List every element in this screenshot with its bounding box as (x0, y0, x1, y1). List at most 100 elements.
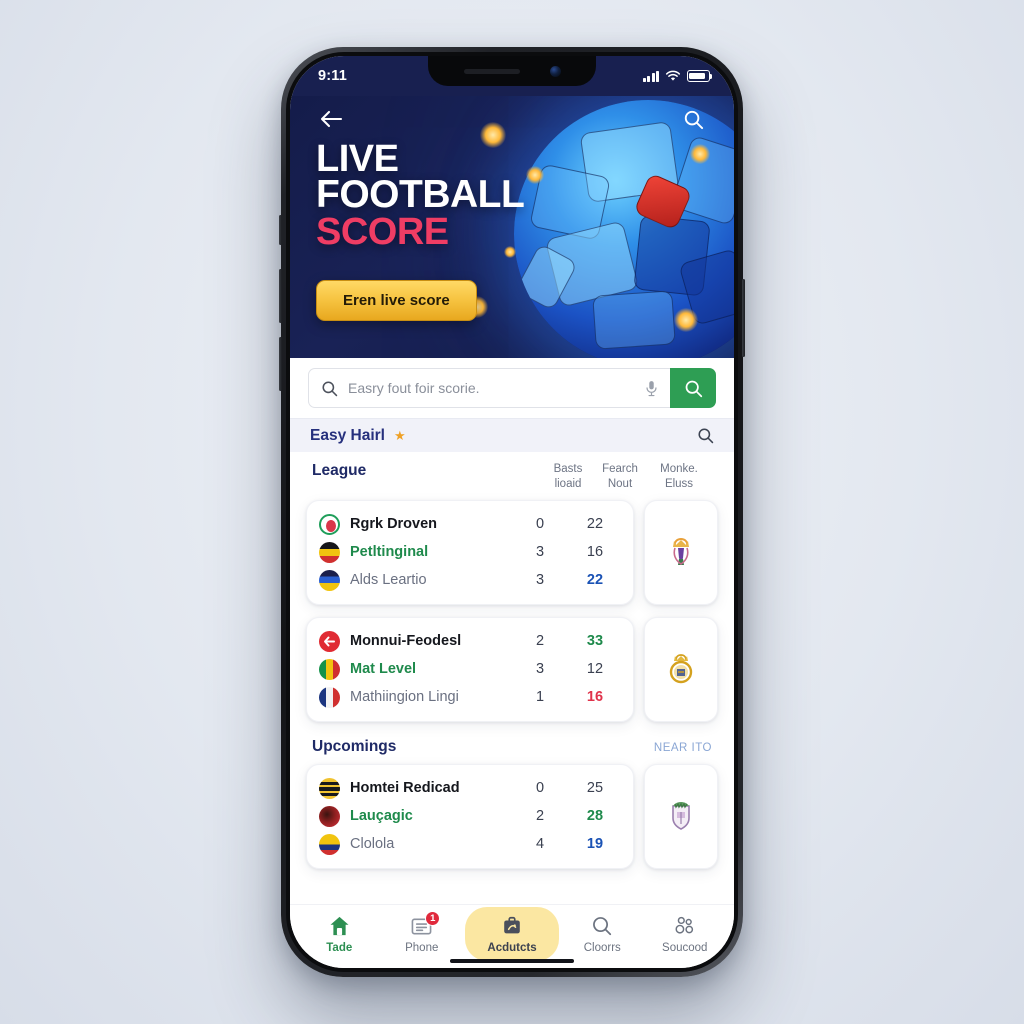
strip-search-button[interactable] (697, 427, 714, 444)
search-placeholder: Easry fout foir scorie. (348, 380, 480, 396)
team-name: Mat Level (350, 661, 417, 678)
match-list[interactable]: League Basts lioaid Fearch Nout Monke. E… (290, 452, 734, 904)
column-header-3-line2: Eluss (664, 478, 694, 491)
earpiece-speaker (463, 68, 520, 74)
table-row[interactable]: Petltinginal 3 16 (319, 538, 621, 566)
tab-cloorrs[interactable]: Cloorrs (561, 910, 644, 958)
table-row[interactable]: Clolola 4 19 (319, 830, 621, 858)
crest-saints (672, 801, 690, 830)
search-icon (591, 914, 613, 939)
league-crest-card[interactable] (644, 617, 718, 723)
bottom-navigation: Tade 1 Phone Acdutcts Cloorrs Soucood (290, 904, 734, 968)
league-crest-card[interactable] (644, 764, 718, 870)
match-card-row[interactable]: Rgrk Droven 0 22 Petltinginal 3 16 Alds … (306, 500, 718, 606)
upcoming-header: Upcomings NEAR ITO (306, 734, 718, 764)
score-a: 2 (535, 633, 545, 650)
team-name: Petltinginal (350, 544, 429, 561)
flag-green-ring (319, 513, 340, 535)
flag-mali (319, 658, 340, 680)
cellular-bars-icon (643, 70, 659, 82)
flag-germany (319, 541, 340, 563)
column-header-league: League (312, 462, 367, 479)
match-card[interactable]: Homtei Redicad 0 25 Lauçagic 2 28 Clolol… (306, 764, 634, 870)
tab-label: Acdutcts (487, 941, 537, 954)
people-icon (673, 914, 697, 939)
score-b: 33 (586, 633, 604, 650)
column-header-1: Basts lioaid (542, 462, 594, 492)
section-strip: Easy Hairl ★ (290, 418, 734, 452)
hero-search-button[interactable] (676, 102, 710, 136)
score-a: 2 (535, 808, 545, 825)
battery-icon (687, 70, 713, 82)
soccer-ball-graphic (514, 100, 734, 358)
star-icon[interactable]: ★ (394, 428, 406, 444)
league-crest-card[interactable] (644, 500, 718, 606)
match-card-row[interactable]: Homtei Redicad 0 25 Lauçagic 2 28 Clolol… (306, 764, 718, 870)
search-icon (698, 428, 714, 444)
tab-soucood[interactable]: Soucood (644, 910, 727, 958)
match-card[interactable]: Monnui-Feodesl 2 33 Mat Level 3 12 Mathi… (306, 617, 634, 723)
score-b: 16 (586, 544, 604, 561)
hero-cta-button[interactable]: Eren live score (316, 280, 477, 321)
table-row[interactable]: Monnui-Feodesl 2 33 (319, 627, 621, 655)
tab-acdutcts[interactable]: Acdutcts (465, 906, 559, 961)
sparkle-icon (526, 166, 544, 184)
tab-tade[interactable]: Tade (298, 910, 381, 958)
table-row[interactable]: Alds Leartio 3 22 (319, 566, 621, 594)
score-a: 0 (535, 516, 545, 533)
sparkle-icon (690, 144, 710, 164)
hero-headline: LIVE FOOTBALL SCORE (316, 140, 525, 253)
flag-red-arrow (319, 630, 340, 652)
search-icon (322, 380, 338, 396)
table-row[interactable]: Mat Level 3 12 (319, 655, 621, 683)
table-row[interactable]: Mathiingion Lingi 1 16 (319, 683, 621, 711)
score-b: 25 (586, 780, 604, 797)
score-a: 3 (535, 572, 545, 589)
flag-blue-yellow (319, 569, 340, 591)
search-submit-button[interactable] (670, 368, 716, 408)
wifi-icon (665, 70, 681, 81)
status-indicators (643, 70, 713, 82)
crest-blue-lion (673, 537, 689, 565)
flag-france (319, 686, 340, 708)
column-header-2: Fearch Nout (594, 462, 646, 492)
back-button[interactable] (314, 102, 348, 136)
tab-label: Soucood (662, 941, 708, 954)
tab-label: Tade (326, 941, 353, 954)
score-b: 19 (586, 836, 604, 853)
home-indicator[interactable] (450, 958, 574, 963)
mute-switch[interactable] (279, 215, 282, 245)
score-a: 3 (535, 544, 545, 561)
search-icon (684, 110, 703, 129)
hero-banner: LIVE FOOTBALL SCORE Eren live score (290, 96, 734, 358)
team-name: Mathiingion Lingi (350, 689, 459, 706)
hero-line-3: SCORE (316, 210, 449, 253)
sparkle-icon (674, 308, 698, 332)
score-b: 22 (586, 572, 604, 589)
team-name: Rgrk Droven (350, 516, 438, 533)
volume-up-button[interactable] (279, 269, 282, 323)
search-input[interactable]: Easry fout foir scorie. (308, 368, 670, 408)
microphone-icon[interactable] (645, 380, 658, 397)
match-card-row[interactable]: Monnui-Feodesl 2 33 Mat Level 3 12 Mathi… (306, 617, 718, 723)
table-row[interactable]: Homtei Redicad 0 25 (319, 774, 621, 802)
tab-phone[interactable]: 1 Phone (381, 910, 464, 958)
column-header-2-line2: Nout (607, 478, 633, 491)
team-name: Monnui-Feodesl (350, 633, 462, 650)
score-b: 22 (586, 516, 604, 533)
score-a: 0 (535, 780, 545, 797)
match-card[interactable]: Rgrk Droven 0 22 Petltinginal 3 16 Alds … (306, 500, 634, 606)
power-button[interactable] (742, 279, 745, 357)
tab-label: Cloorrs (583, 941, 621, 954)
volume-down-button[interactable] (279, 337, 282, 391)
flag-colombia (319, 833, 340, 855)
home-icon (328, 914, 351, 939)
upcoming-title: Upcomings (312, 738, 397, 756)
score-b: 28 (586, 808, 604, 825)
score-a: 1 (535, 689, 545, 706)
upcoming-link[interactable]: NEAR ITO (654, 742, 712, 754)
team-name: Alds Leartio (350, 572, 427, 589)
tab-label: Phone (405, 941, 439, 954)
table-row[interactable]: Rgrk Droven 0 22 (319, 510, 621, 538)
table-row[interactable]: Lauçagic 2 28 (319, 802, 621, 830)
